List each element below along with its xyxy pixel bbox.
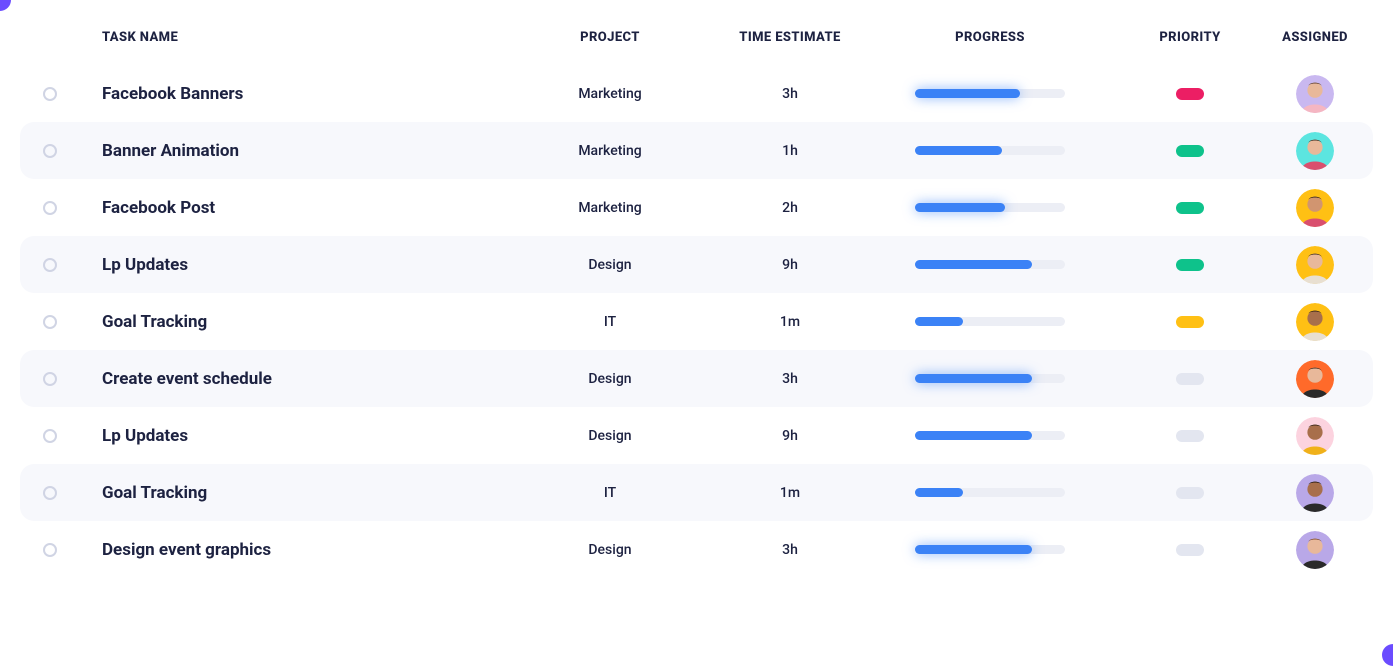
task-name[interactable]: Facebook Banners [80,84,510,104]
task-time-estimate: 9h [710,428,870,444]
task-project: Marketing [510,200,710,216]
col-header-priority: PRIORITY [1110,30,1270,45]
table-header: TASK NAME PROJECT TIME ESTIMATE PROGRESS… [20,30,1373,65]
task-progress[interactable] [870,545,1110,554]
table-row[interactable]: Lp UpdatesDesign9h [20,236,1373,293]
avatar[interactable] [1296,303,1334,341]
avatar[interactable] [1296,531,1334,569]
priority-pill [1176,544,1204,556]
table-row[interactable]: Goal TrackingIT1m [20,464,1373,521]
task-progress[interactable] [870,203,1110,212]
task-progress[interactable] [870,488,1110,497]
task-assigned[interactable] [1270,75,1360,113]
avatar[interactable] [1296,474,1334,512]
priority-pill [1176,88,1204,100]
priority-pill [1176,316,1204,328]
task-radio[interactable] [43,87,57,101]
task-priority[interactable] [1110,430,1270,442]
task-radio[interactable] [43,543,57,557]
col-header-task-name: TASK NAME [80,30,510,45]
task-name[interactable]: Facebook Post [80,198,510,218]
task-assigned[interactable] [1270,303,1360,341]
task-assigned[interactable] [1270,360,1360,398]
task-priority[interactable] [1110,544,1270,556]
col-header-project: PROJECT [510,30,710,45]
task-priority[interactable] [1110,373,1270,385]
task-project: IT [510,314,710,330]
avatar[interactable] [1296,75,1334,113]
col-header-progress: PROGRESS [870,30,1110,45]
priority-pill [1176,145,1204,157]
task-assigned[interactable] [1270,132,1360,170]
task-progress[interactable] [870,317,1110,326]
task-time-estimate: 3h [710,371,870,387]
task-priority[interactable] [1110,487,1270,499]
task-priority[interactable] [1110,202,1270,214]
task-name[interactable]: Lp Updates [80,426,510,446]
avatar[interactable] [1296,360,1334,398]
task-name[interactable]: Goal Tracking [80,312,510,332]
task-project: IT [510,485,710,501]
task-project: Design [510,371,710,387]
priority-pill [1176,259,1204,271]
col-header-time-estimate: TIME ESTIMATE [710,30,870,45]
task-table: TASK NAME PROJECT TIME ESTIMATE PROGRESS… [20,30,1373,578]
task-time-estimate: 9h [710,257,870,273]
task-time-estimate: 1m [710,485,870,501]
avatar[interactable] [1296,189,1334,227]
task-priority[interactable] [1110,145,1270,157]
task-radio[interactable] [43,315,57,329]
task-time-estimate: 3h [710,86,870,102]
task-progress[interactable] [870,374,1110,383]
table-row[interactable]: Design event graphicsDesign3h [20,521,1373,578]
task-name[interactable]: Design event graphics [80,540,510,560]
task-priority[interactable] [1110,316,1270,328]
task-priority[interactable] [1110,259,1270,271]
task-assigned[interactable] [1270,531,1360,569]
task-project: Marketing [510,86,710,102]
priority-pill [1176,487,1204,499]
task-name[interactable]: Goal Tracking [80,483,510,503]
task-assigned[interactable] [1270,189,1360,227]
task-radio[interactable] [43,258,57,272]
task-time-estimate: 1h [710,143,870,159]
task-radio[interactable] [43,372,57,386]
task-radio[interactable] [43,486,57,500]
priority-pill [1176,373,1204,385]
task-name[interactable]: Create event schedule [80,369,510,389]
task-time-estimate: 2h [710,200,870,216]
avatar[interactable] [1296,417,1334,455]
priority-pill [1176,202,1204,214]
table-row[interactable]: Banner AnimationMarketing1h [20,122,1373,179]
task-progress[interactable] [870,260,1110,269]
task-radio[interactable] [43,144,57,158]
task-assigned[interactable] [1270,474,1360,512]
task-progress[interactable] [870,146,1110,155]
task-project: Design [510,542,710,558]
task-priority[interactable] [1110,88,1270,100]
task-project: Marketing [510,143,710,159]
task-assigned[interactable] [1270,246,1360,284]
task-name[interactable]: Banner Animation [80,141,510,161]
table-row[interactable]: Create event scheduleDesign3h [20,350,1373,407]
table-row[interactable]: Facebook PostMarketing2h [20,179,1373,236]
task-progress[interactable] [870,431,1110,440]
table-row[interactable]: Lp UpdatesDesign9h [20,407,1373,464]
task-radio[interactable] [43,201,57,215]
avatar[interactable] [1296,246,1334,284]
task-project: Design [510,257,710,273]
priority-pill [1176,430,1204,442]
table-row[interactable]: Facebook BannersMarketing3h [20,65,1373,122]
table-row[interactable]: Goal TrackingIT1m [20,293,1373,350]
task-name[interactable]: Lp Updates [80,255,510,275]
task-progress[interactable] [870,89,1110,98]
task-assigned[interactable] [1270,417,1360,455]
task-project: Design [510,428,710,444]
task-radio[interactable] [43,429,57,443]
avatar[interactable] [1296,132,1334,170]
task-time-estimate: 3h [710,542,870,558]
task-time-estimate: 1m [710,314,870,330]
col-header-assigned: ASSIGNED [1270,30,1360,45]
